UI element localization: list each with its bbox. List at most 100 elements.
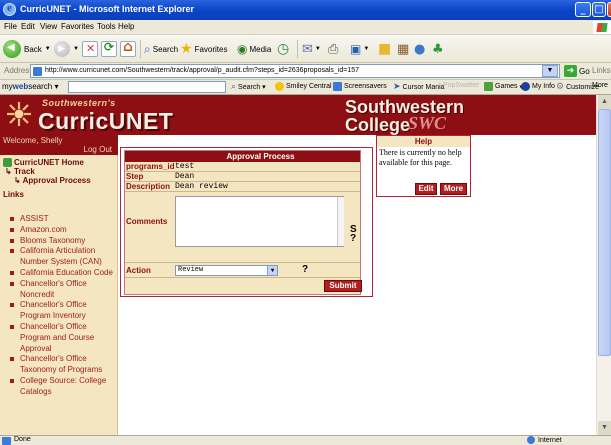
window-title-bar: CurricUNET - Microsoft Internet Explorer… [0,0,611,20]
window-title: CurricUNET - Microsoft Internet Explorer [20,4,195,14]
links-toolbar[interactable]: Links [592,66,611,75]
address-url: http://www.curricunet.com/Southwestern/t… [45,67,360,74]
forward-button[interactable]: ▼ [54,39,79,59]
mws-search-button[interactable]: ⌕ Search ▾ [231,82,266,92]
help-text: There is currently no help available for… [379,148,462,167]
forward-arrow-icon [54,41,70,57]
sun-logo-icon [7,102,31,126]
menu-help[interactable]: Help [118,22,134,31]
link-item[interactable]: Chancellor's Office Program and Course A… [10,322,116,354]
link-item[interactable]: ASSIST [10,214,116,225]
nav-curricunet-home[interactable]: CurricUNET Home [3,158,84,167]
menu-file[interactable]: File [4,22,17,31]
approval-row-programs-id: programs_id test [126,162,195,171]
page-status-icon [2,437,11,445]
approval-row-step: Step Dean [126,172,195,181]
smiley-icon [275,82,284,91]
mywebsearch-brand[interactable]: mywebsearch ▾ [2,82,59,91]
select-chevron-down-icon: ▼ [267,266,277,275]
games-button[interactable]: Games ▾ [484,82,523,91]
page-vertical-scrollbar[interactable]: ▲ ▼ [596,95,611,435]
address-dropdown-icon[interactable]: ▼ [542,65,558,77]
screensavers-button[interactable]: Screensavers [333,82,387,91]
edit-page-button[interactable]: ▣ ▼ [350,39,369,59]
windows-flag-icon [593,21,611,34]
approval-title: Approval Process [125,151,360,162]
banner-curricunet-title: CurricUNET [38,108,174,134]
nav-track[interactable]: ↳ Track [5,167,35,176]
menu-view[interactable]: View [40,22,57,31]
messenger-button[interactable]: ● [414,39,427,59]
more-button[interactable]: More [592,82,608,89]
my-info-button[interactable]: My Info [521,82,555,91]
scroll-down-icon[interactable]: ▼ [598,421,611,435]
back-dropdown-icon[interactable]: ▼ [45,46,51,52]
games-icon [484,82,493,91]
status-text: Done [14,436,31,443]
history-icon: ◷ [277,41,290,57]
link-item[interactable]: California Education Code [10,268,116,279]
mywebsearch-input[interactable] [68,81,226,93]
link-item[interactable]: Blooms Taxonomy [10,236,116,247]
home-button[interactable] [120,39,136,59]
print-button[interactable]: ⎙ [328,39,340,59]
close-button[interactable]: × [607,2,611,17]
link-item[interactable]: Chancellor's Office Program Inventory [10,300,116,322]
welcome-bar: Welcome, Shelly Log Out [0,135,118,155]
messenger-people-button[interactable]: ♣ [432,39,446,59]
link-item[interactable]: Chancellor's Office Taxonomy of Programs [10,354,116,376]
menu-tools[interactable]: Tools [97,22,116,31]
favorites-star-icon: ★ [180,41,193,57]
media-button[interactable]: ◉ Media [237,39,271,59]
back-button[interactable]: Back ▼ [3,39,51,59]
swc-logo: SWC [408,113,447,133]
cursor-mania-button[interactable]: ➤ Cursor Mania [393,82,445,92]
popswatter-button[interactable]: PopSwatter [443,82,479,89]
mail-button[interactable]: ✉ ▼ [302,39,321,59]
spellcheck-button[interactable]: S? [350,225,357,244]
menu-edit[interactable]: Edit [21,22,35,31]
toolbar-separator [297,40,298,58]
go-button[interactable]: ➜ Go [564,65,590,77]
comments-label: Comments [126,217,168,226]
action-select[interactable]: Review ▼ [175,265,278,276]
link-item[interactable]: College Source: College Catalogs [10,376,116,398]
history-button[interactable]: ◷ [277,39,291,59]
search-button[interactable]: ⌕ Search [144,39,178,59]
link-item[interactable]: Chancellor's Office Noncredit [10,279,116,301]
refresh-button[interactable] [101,39,117,59]
maximize-button[interactable]: □ [592,2,606,17]
submit-button[interactable]: Submit [324,280,362,292]
home-nav-icon [3,158,12,167]
help-more-button[interactable]: More [440,183,467,195]
scroll-thumb[interactable] [598,109,611,356]
comments-textarea[interactable] [175,196,344,247]
nav-approval-process[interactable]: ↳ Approval Process [14,176,91,185]
link-item[interactable]: California Articulation Number System (C… [10,246,116,268]
customize-icon: ⚙ [556,82,565,92]
refresh-icon [101,40,117,57]
link-item[interactable]: Amazon.com [10,225,116,236]
favorites-button[interactable]: ★ Favorites [180,39,227,59]
action-help-icon[interactable]: ? [302,264,308,275]
browser-toolbar: Back ▼ ▼ ⌕ Search ★ Favorites ◉ Media ◷ … [0,35,611,63]
mywebsearch-toolbar: mywebsearch ▾ ⌕ Search ▾ Smiley Central S… [0,80,611,95]
research-button[interactable]: ▦ [397,39,411,59]
folder-button[interactable]: ■ [378,39,393,59]
address-label: Address [4,66,34,75]
go-arrow-icon: ➜ [564,65,577,77]
approval-container: Approval Process programs_id test Step D… [120,147,373,297]
forward-dropdown-icon: ▼ [73,46,79,52]
minimize-button[interactable]: _ [575,2,591,17]
scroll-up-icon[interactable]: ▲ [598,95,611,109]
address-input[interactable]: http://www.curricunet.com/Southwestern/t… [30,64,560,78]
banner-small-title: Southwestern's [42,98,116,108]
comments-scrollbar[interactable] [337,197,344,246]
smiley-central-button[interactable]: Smiley Central [275,82,332,91]
header-banner: Southwestern's CurricUNET Southwestern C… [0,95,596,135]
help-edit-button[interactable]: Edit [415,183,437,195]
stop-button[interactable] [82,39,98,59]
help-box: Help There is currently no help availabl… [376,135,471,197]
menu-favorites[interactable]: Favorites [61,22,94,31]
logout-link[interactable]: Log Out [84,145,112,154]
